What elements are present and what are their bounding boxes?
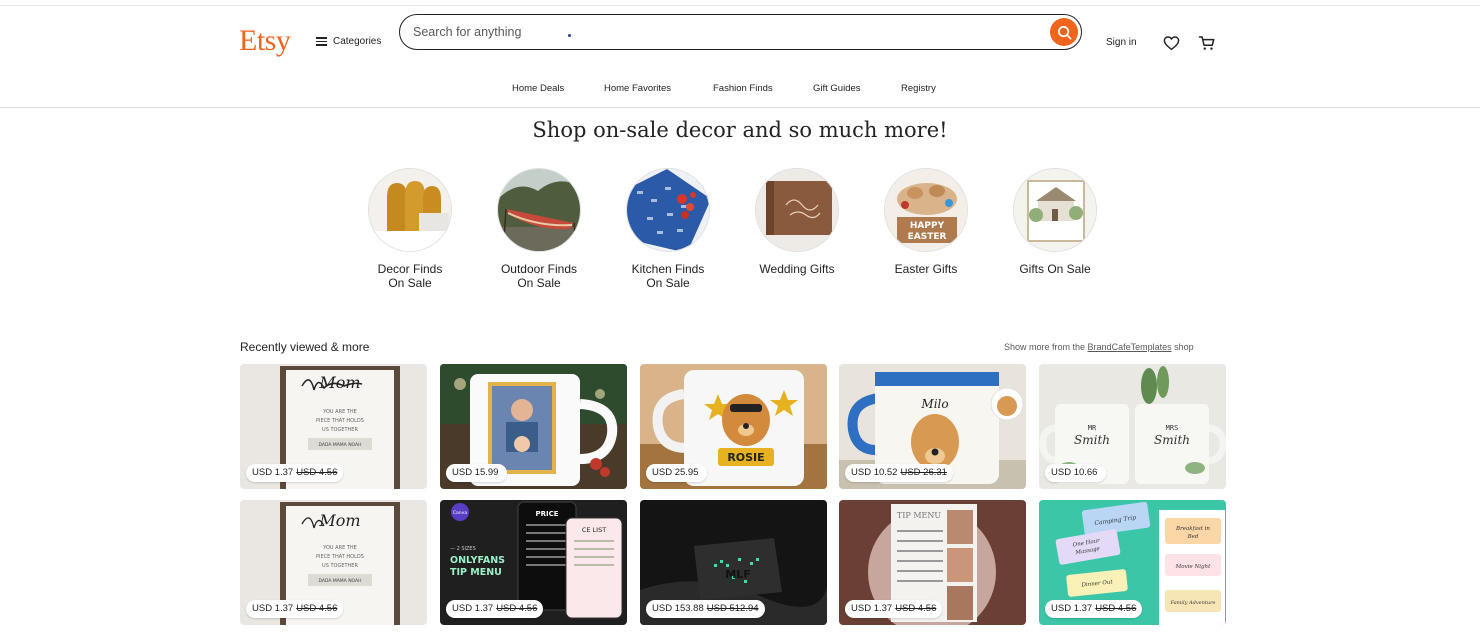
category-label: Decor Finds On Sale — [377, 262, 443, 290]
svg-text:US TOGETHER: US TOGETHER — [322, 427, 358, 433]
category-outdoor-finds[interactable]: Outdoor Finds On Sale — [474, 168, 604, 290]
svg-text:— 2 SIZES: — 2 SIZES — [450, 546, 476, 552]
svg-text:CE LIST: CE LIST — [582, 526, 606, 534]
nav-home-favorites[interactable]: Home Favorites — [604, 83, 671, 94]
categories-label: Categories — [333, 36, 382, 47]
svg-text:Mom: Mom — [318, 511, 360, 530]
category-image — [497, 168, 581, 252]
listing-card-mr-mrs-mugs[interactable]: MR Smith MRS Smith USD 10.66 — [1039, 364, 1226, 489]
cart-icon[interactable] — [1198, 34, 1216, 52]
svg-text:MLF: MLF — [725, 568, 750, 581]
svg-text:ROSIE: ROSIE — [727, 451, 764, 464]
menu-icon — [316, 37, 327, 46]
price-badge: USD 10.52 USD 26.31 — [845, 464, 953, 482]
listing-card-photo-mug[interactable]: USD 15.99 — [440, 364, 627, 489]
nav-gift-guides[interactable]: Gift Guides — [813, 83, 861, 94]
price-badge: USD 1.37 USD 4.56 — [446, 600, 544, 618]
svg-text:MRS: MRS — [1166, 424, 1179, 432]
category-label: Kitchen Finds On Sale — [631, 262, 705, 290]
svg-text:ONLYFANS: ONLYFANS — [450, 555, 505, 566]
price-badge: USD 1.37 USD 4.56 — [1045, 600, 1143, 618]
show-more-link: Show more from the BrandCafeTemplates sh… — [1004, 342, 1194, 352]
category-wedding-gifts[interactable]: Wedding Gifts — [732, 168, 862, 276]
category-label: Gifts On Sale — [1019, 262, 1091, 276]
svg-text:DADA MAMA NOAH: DADA MAMA NOAH — [318, 442, 361, 448]
category-decor-finds[interactable]: Decor Finds On Sale — [345, 168, 475, 290]
svg-text:PIECE THAT HOLDS: PIECE THAT HOLDS — [316, 554, 364, 560]
category-image — [368, 168, 452, 252]
category-image — [1013, 168, 1097, 252]
site-header: Etsy Categories Sign in Home Deals Home … — [0, 0, 1480, 108]
svg-text:Family Adventure: Family Adventure — [1170, 600, 1216, 606]
text-cursor — [568, 34, 571, 37]
nav-registry[interactable]: Registry — [901, 83, 936, 94]
sign-in-link[interactable]: Sign in — [1106, 37, 1137, 48]
category-label: Easter Gifts — [894, 262, 958, 276]
svg-text:US TOGETHER: US TOGETHER — [322, 563, 358, 569]
category-easter-gifts[interactable]: HAPPY EASTER Easter Gifts — [861, 168, 991, 276]
svg-text:DADA MAMA NOAH: DADA MAMA NOAH — [318, 578, 361, 584]
price-badge: USD 1.37 USD 4.56 — [246, 464, 344, 482]
categories-button[interactable]: Categories — [316, 36, 381, 47]
price-badge: USD 10.66 — [1045, 464, 1107, 482]
svg-text:Bed: Bed — [1187, 534, 1199, 540]
svg-text:Movie Night: Movie Night — [1175, 564, 1211, 570]
category-gifts-on-sale[interactable]: Gifts On Sale — [990, 168, 1120, 276]
svg-text:TIP MENU: TIP MENU — [897, 511, 941, 520]
nav-home-deals[interactable]: Home Deals — [512, 83, 564, 94]
price-badge: USD 25.95 — [646, 464, 708, 482]
listing-card-business-card[interactable]: MLF USD 153.88 USD 512.94 — [640, 500, 827, 625]
recently-viewed-title: Recently viewed & more — [240, 340, 370, 354]
category-label: Wedding Gifts — [759, 262, 835, 276]
svg-text:TIP MENU: TIP MENU — [450, 567, 502, 578]
listing-card-mom-puzzle[interactable]: Mom YOU ARE THE PIECE THAT HOLDS US TOGE… — [240, 364, 427, 489]
favorites-heart-icon[interactable] — [1163, 35, 1180, 51]
shop-name-link[interactable]: BrandCafeTemplates — [1088, 342, 1172, 352]
svg-text:Breakfast in: Breakfast in — [1175, 526, 1210, 532]
svg-text:MR: MR — [1088, 424, 1097, 432]
category-label: Outdoor Finds On Sale — [500, 262, 578, 290]
search-button[interactable] — [1050, 18, 1078, 46]
etsy-logo[interactable]: Etsy — [239, 24, 291, 58]
search-input[interactable] — [413, 23, 1013, 41]
listing-card-tip-menu-template[interactable]: Canva — 2 SIZES ONLYFANS TIP MENU PRICE … — [440, 500, 627, 625]
search-icon — [1057, 25, 1071, 39]
svg-text:Milo: Milo — [920, 397, 948, 411]
svg-text:YOU ARE THE: YOU ARE THE — [322, 409, 357, 415]
svg-text:YOU ARE THE: YOU ARE THE — [322, 545, 357, 551]
category-image: HAPPY EASTER — [884, 168, 968, 252]
svg-text:Canva: Canva — [453, 510, 467, 516]
listing-card-mom-puzzle-2[interactable]: Mom YOU ARE THE PIECE THAT HOLDS US TOGE… — [240, 500, 427, 625]
search-bar — [399, 14, 1082, 50]
price-badge: USD 1.37 USD 4.56 — [246, 600, 344, 618]
svg-text:Smith: Smith — [1074, 433, 1110, 447]
svg-text:Mom: Mom — [318, 373, 360, 392]
listing-card-dog-mug-rosie[interactable]: ROSIE USD 25.95 — [640, 364, 827, 489]
price-badge: USD 153.88 USD 512.94 — [646, 600, 765, 618]
price-badge: USD 1.37 USD 4.56 — [845, 600, 943, 618]
listing-card-tip-menu-print[interactable]: TIP MENU USD 1.37 USD 4.56 — [839, 500, 1026, 625]
price-badge: USD 15.99 — [446, 464, 508, 482]
category-image — [755, 168, 839, 252]
category-kitchen-finds[interactable]: Kitchen Finds On Sale — [603, 168, 733, 290]
svg-text:PRICE: PRICE — [535, 510, 558, 518]
svg-text:PIECE THAT HOLDS: PIECE THAT HOLDS — [316, 418, 364, 424]
listing-card-dog-mug-milo[interactable]: Milo USD 10.52 USD 26.31 — [839, 364, 1026, 489]
main-nav: Home Deals Home Favorites Fashion Finds … — [0, 83, 1480, 97]
listing-card-coupon-tickets[interactable]: Camping Trip Breakfast in Bed One Hour M… — [1039, 500, 1226, 625]
svg-text:EASTER: EASTER — [908, 232, 947, 242]
svg-text:Smith: Smith — [1154, 433, 1190, 447]
nav-fashion-finds[interactable]: Fashion Finds — [713, 83, 773, 94]
hero-title: Shop on-sale decor and so much more! — [532, 118, 948, 142]
svg-text:HAPPY: HAPPY — [910, 221, 945, 231]
category-image — [626, 168, 710, 252]
